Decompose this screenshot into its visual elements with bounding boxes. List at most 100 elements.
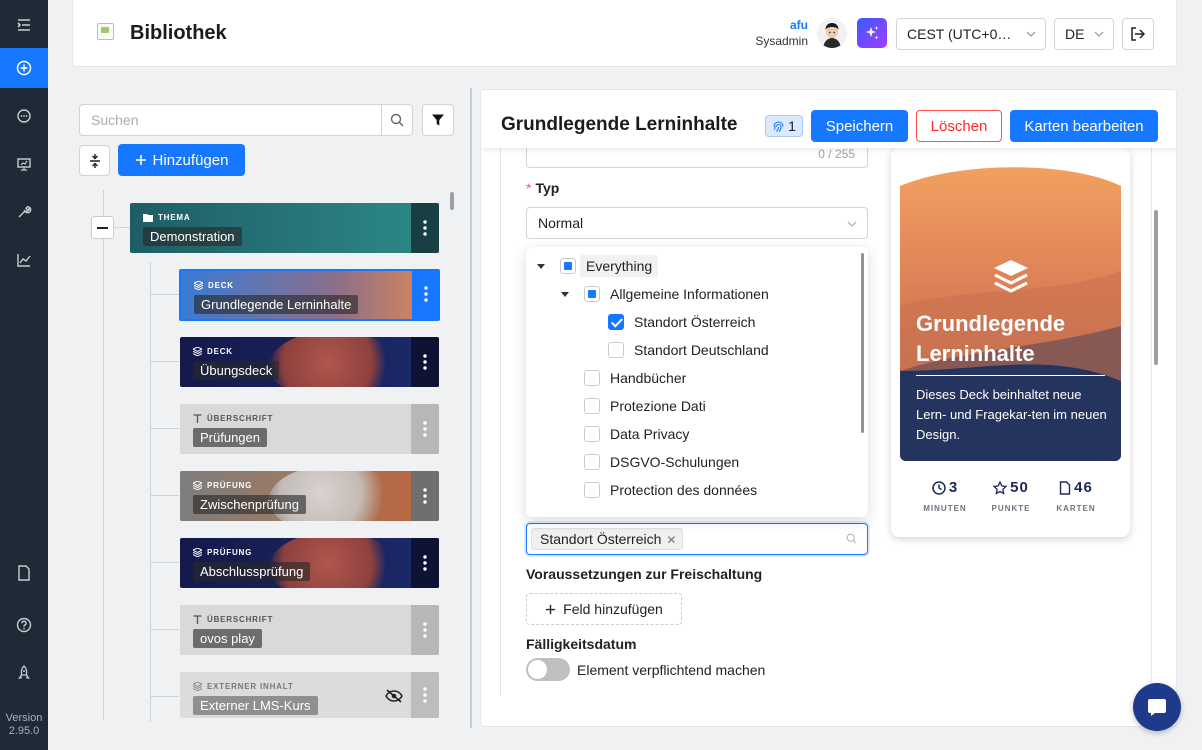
type-label: * Typ	[526, 180, 560, 196]
editor-scrollbar[interactable]	[1154, 210, 1158, 365]
remove-tag-icon[interactable]: ✕	[666, 531, 676, 549]
tree-option-everything[interactable]: Everything	[536, 253, 659, 279]
expand-collapse-button[interactable]	[79, 145, 110, 176]
tree-connector	[150, 495, 179, 496]
checkbox[interactable]	[608, 342, 624, 358]
search-button[interactable]	[381, 105, 412, 135]
filter-button[interactable]	[422, 104, 454, 136]
chart-icon[interactable]	[0, 240, 48, 280]
caret-down-icon[interactable]	[560, 289, 570, 299]
collapse-node-button[interactable]	[91, 216, 114, 239]
tree-node-heading[interactable]: ÜBERSCHRIFT Prüfungen	[180, 404, 439, 454]
tree-node-heading[interactable]: ÜBERSCHRIFT ovos play	[180, 605, 439, 655]
checkbox[interactable]	[584, 370, 600, 386]
add-field-button[interactable]: Feld hinzufügen	[526, 593, 682, 625]
help-icon[interactable]	[0, 605, 48, 645]
checkbox[interactable]	[608, 314, 624, 330]
checkbox[interactable]	[584, 398, 600, 414]
checkbox[interactable]	[584, 286, 600, 302]
text-icon	[193, 414, 202, 423]
checkbox[interactable]	[560, 258, 576, 274]
caret-down-icon[interactable]	[536, 261, 546, 271]
tools-icon[interactable]	[0, 192, 48, 232]
menu-icon[interactable]	[0, 5, 48, 45]
add-button-label: Hinzufügen	[152, 151, 229, 169]
node-type: PRÜFUNG	[193, 548, 252, 557]
eye-off-icon[interactable]	[385, 689, 403, 703]
node-menu-button[interactable]	[411, 337, 439, 387]
tree-node-deck-active[interactable]: DECK Grundlegende Lerninhalte	[179, 269, 440, 321]
node-menu-button[interactable]	[411, 605, 439, 655]
tree-option-dsgvo[interactable]: DSGVO-Schulungen	[584, 449, 739, 475]
tree-option-handbooks[interactable]: Handbücher	[584, 365, 686, 391]
filter-icon	[432, 114, 444, 126]
kebab-icon	[423, 687, 427, 703]
edit-cards-button[interactable]: Karten bearbeiten	[1010, 110, 1158, 142]
tree-scrollbar[interactable]	[450, 192, 454, 210]
node-menu-button[interactable]	[411, 672, 439, 718]
add-button[interactable]: Hinzufügen	[118, 144, 245, 176]
version-info: Version 2.95.0	[0, 712, 48, 738]
ai-sparkle-button[interactable]	[857, 18, 887, 48]
tree-option-privacy[interactable]: Data Privacy	[584, 421, 689, 447]
checkbox[interactable]	[584, 426, 600, 442]
tree-connector	[150, 562, 179, 563]
tree-connector	[150, 629, 179, 630]
tree-option-protection[interactable]: Protection des données	[584, 477, 757, 503]
node-menu-button[interactable]	[411, 203, 439, 253]
category-tag-input[interactable]: Standort Österreich ✕	[526, 523, 868, 555]
node-menu-button[interactable]	[411, 538, 439, 588]
fingerprint-badge[interactable]: 1	[765, 115, 803, 137]
tree-option-germany[interactable]: Standort Deutschland	[608, 337, 769, 363]
collapse-vertical-icon	[89, 153, 100, 168]
rocket-icon[interactable]	[0, 653, 48, 693]
tree-connector	[150, 361, 179, 362]
type-value: Normal	[538, 215, 584, 231]
tree-node-external[interactable]: EXTERNER INHALT Externer LMS-Kurs	[180, 672, 439, 718]
node-menu-button[interactable]	[412, 271, 438, 319]
fingerprint-icon	[773, 120, 784, 132]
node-menu-button[interactable]	[411, 471, 439, 521]
version-number: 2.95.0	[8, 725, 40, 737]
tree-node-exam[interactable]: PRÜFUNG Abschlussprüfung	[180, 538, 439, 588]
mandatory-toggle[interactable]	[526, 658, 570, 681]
delete-button[interactable]: Löschen	[916, 110, 1002, 142]
avatar[interactable]	[817, 18, 847, 48]
user-info[interactable]: afu Sysadmin	[745, 17, 808, 49]
form-divider	[1151, 148, 1152, 726]
tree-option-protezione[interactable]: Protezione Dati	[584, 393, 706, 419]
add-circle-icon[interactable]	[0, 48, 48, 88]
timezone-select[interactable]: CEST (UTC+0…	[896, 18, 1046, 50]
node-label: Zwischenprüfung	[193, 495, 306, 514]
node-label: Externer LMS-Kurs	[193, 696, 318, 715]
language-select[interactable]: DE	[1054, 18, 1114, 50]
chevron-down-icon	[847, 221, 857, 227]
checkbox[interactable]	[584, 454, 600, 470]
tree-connector	[103, 190, 104, 720]
tree-option-general[interactable]: Allgemeine Informationen	[560, 281, 769, 307]
support-chat-button[interactable]	[1133, 683, 1181, 731]
editor-title: Grundlegende Lerninhalte	[501, 114, 738, 135]
presentation-icon[interactable]	[0, 144, 48, 184]
panel-resize-handle[interactable]	[470, 88, 472, 728]
chat-icon[interactable]	[0, 96, 48, 136]
clock-icon	[932, 480, 946, 495]
node-menu-button[interactable]	[411, 404, 439, 454]
star-icon	[993, 480, 1008, 495]
kebab-icon	[423, 220, 427, 236]
checkbox[interactable]	[584, 482, 600, 498]
tree-option-austria[interactable]: Standort Österreich	[608, 309, 755, 335]
top-header: Bibliothek afu Sysadmin CEST (UTC+0… DE	[72, 0, 1177, 67]
search-input[interactable]	[80, 105, 382, 135]
card-divider	[916, 375, 1105, 376]
dropdown-scrollbar[interactable]	[861, 253, 864, 433]
brain-image	[269, 337, 399, 387]
document-icon[interactable]	[0, 553, 48, 593]
logout-button[interactable]	[1122, 18, 1154, 50]
type-select[interactable]: Normal	[526, 207, 868, 239]
tree-node-exam[interactable]: PRÜFUNG Zwischenprüfung	[180, 471, 439, 521]
tree-node-deck[interactable]: DECK Übungsdeck	[180, 337, 439, 387]
plus-icon	[546, 604, 556, 614]
tree-node-thema[interactable]: THEMA Demonstration	[130, 203, 439, 253]
save-button[interactable]: Speichern	[811, 110, 908, 142]
